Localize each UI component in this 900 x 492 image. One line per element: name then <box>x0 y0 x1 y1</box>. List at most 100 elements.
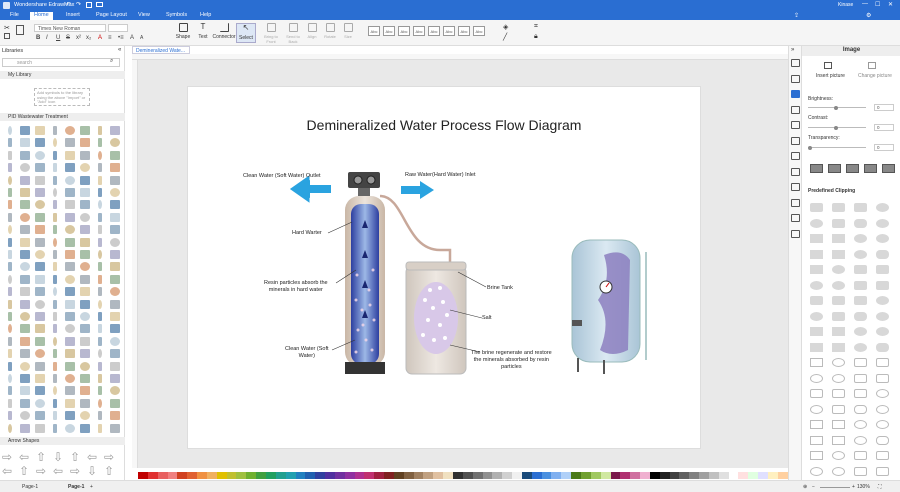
library-symbol[interactable] <box>8 336 12 346</box>
palette-swatch[interactable] <box>630 472 641 479</box>
library-symbol[interactable] <box>53 200 57 210</box>
clip-shape[interactable] <box>854 296 867 305</box>
library-symbol[interactable] <box>110 361 120 371</box>
redo-icon[interactable]: ↷ <box>76 1 81 8</box>
panel-tab-icon[interactable] <box>791 59 800 67</box>
library-symbol[interactable] <box>80 336 90 346</box>
arrow-shape-icon[interactable]: ⇧ <box>70 450 80 464</box>
copy-icon[interactable] <box>4 33 10 39</box>
palette-swatch[interactable] <box>157 472 168 479</box>
clip-shape[interactable] <box>876 327 889 336</box>
library-symbol[interactable] <box>80 299 90 309</box>
palette-swatch[interactable] <box>325 472 335 479</box>
clip-shape[interactable] <box>832 451 845 460</box>
contrast-value[interactable]: 0 <box>874 124 894 131</box>
library-symbol[interactable] <box>80 150 90 160</box>
library-symbol[interactable] <box>35 138 45 148</box>
bullet-button[interactable]: •≡ <box>118 35 124 41</box>
label-hard-water[interactable]: Hard Warter <box>292 230 322 237</box>
palette-swatch[interactable] <box>226 472 237 479</box>
transparency-knob[interactable] <box>808 145 812 150</box>
library-symbol[interactable] <box>35 324 45 334</box>
library-symbol[interactable] <box>53 163 57 173</box>
library-symbol[interactable] <box>35 423 45 433</box>
change-picture-button[interactable]: Change picture <box>858 73 892 79</box>
clip-shape[interactable] <box>832 218 845 228</box>
palette-swatch[interactable] <box>462 472 473 479</box>
grow-font-button[interactable]: A <box>130 35 134 41</box>
library-symbol[interactable] <box>65 200 75 210</box>
palette-swatch[interactable] <box>374 472 385 479</box>
panel-tab-icon[interactable] <box>791 105 800 114</box>
palette-swatch[interactable] <box>777 472 788 479</box>
clip-shape[interactable] <box>810 311 823 321</box>
library-symbol[interactable] <box>98 423 102 433</box>
library-symbol[interactable] <box>35 126 45 135</box>
library-symbol[interactable] <box>53 250 57 259</box>
palette-swatch[interactable] <box>334 472 345 479</box>
panel-tab-icon[interactable] <box>791 167 800 176</box>
library-symbol[interactable] <box>8 361 12 371</box>
palette-swatch[interactable] <box>384 472 394 479</box>
panel-tab-icon[interactable] <box>791 229 800 238</box>
bold-button[interactable]: B <box>36 35 40 41</box>
style-preset-1[interactable]: Abc <box>368 26 380 36</box>
clip-shape[interactable] <box>876 280 889 290</box>
panel-tab-icon[interactable] <box>791 121 800 129</box>
library-symbol[interactable] <box>35 262 45 272</box>
library-symbol[interactable] <box>98 126 102 135</box>
library-symbol[interactable] <box>53 299 57 309</box>
palette-swatch[interactable] <box>649 472 660 479</box>
palette-swatch[interactable] <box>344 472 355 479</box>
library-symbol[interactable] <box>35 212 45 222</box>
library-symbol[interactable] <box>98 336 102 346</box>
panel-tab-icon[interactable] <box>791 183 800 191</box>
document-tab[interactable]: Demineralized Wate... <box>132 46 190 54</box>
contrast-knob[interactable] <box>834 125 838 130</box>
palette-swatch[interactable] <box>472 472 483 479</box>
style-preset-3[interactable]: Abc <box>398 26 410 36</box>
font-family-select[interactable]: Times New Roman <box>34 24 106 32</box>
clip-shape[interactable] <box>854 280 867 290</box>
library-symbol[interactable] <box>35 188 45 197</box>
arrow-shape-icon[interactable]: ⇩ <box>53 450 63 464</box>
lock-icon[interactable]: 🔒︎ <box>534 33 538 41</box>
arrow-shape-icon[interactable]: ⇦ <box>19 450 29 464</box>
library-symbol[interactable] <box>35 287 45 297</box>
library-symbol[interactable] <box>65 361 75 371</box>
share-icon[interactable]: ⇪ <box>794 12 799 19</box>
library-symbol[interactable] <box>98 175 102 185</box>
library-symbol[interactable] <box>65 299 75 309</box>
library-symbol[interactable] <box>98 312 102 321</box>
arrow-shape-icon[interactable]: ⇨ <box>70 464 80 478</box>
library-symbol[interactable] <box>35 411 45 421</box>
library-symbol[interactable] <box>8 374 12 383</box>
library-symbol[interactable] <box>8 411 12 421</box>
palette-swatch[interactable] <box>551 472 562 479</box>
palette-swatch[interactable] <box>502 472 513 479</box>
library-symbol[interactable] <box>20 324 30 334</box>
minimize-button[interactable]: — <box>862 1 868 7</box>
library-symbol[interactable] <box>65 250 75 259</box>
palette-swatch[interactable] <box>512 472 522 479</box>
palette-swatch[interactable] <box>640 472 650 479</box>
library-symbol[interactable] <box>80 287 90 297</box>
maximize-button[interactable]: ☐ <box>875 1 880 8</box>
arrow-shape-icon[interactable]: ⇧ <box>36 450 46 464</box>
arrow-shape-icon[interactable]: ⇨ <box>36 464 46 478</box>
clip-shape[interactable] <box>832 296 845 305</box>
library-symbol[interactable] <box>110 188 120 197</box>
palette-swatch[interactable] <box>561 472 572 479</box>
library-symbol[interactable] <box>65 212 75 222</box>
library-symbol[interactable] <box>53 312 57 321</box>
arrow-shape-icon[interactable]: ⇨ <box>2 450 12 464</box>
palette-swatch[interactable] <box>147 472 158 479</box>
palette-swatch[interactable] <box>748 472 759 479</box>
clip-shape[interactable] <box>810 404 823 414</box>
drawing-page[interactable] <box>187 86 701 449</box>
library-symbol[interactable] <box>53 188 57 197</box>
crop-icon[interactable]: ⌗ <box>534 23 538 31</box>
collapse-panel-icon[interactable]: « <box>118 47 121 53</box>
library-symbol[interactable] <box>110 411 120 421</box>
clip-shape[interactable] <box>854 420 867 429</box>
